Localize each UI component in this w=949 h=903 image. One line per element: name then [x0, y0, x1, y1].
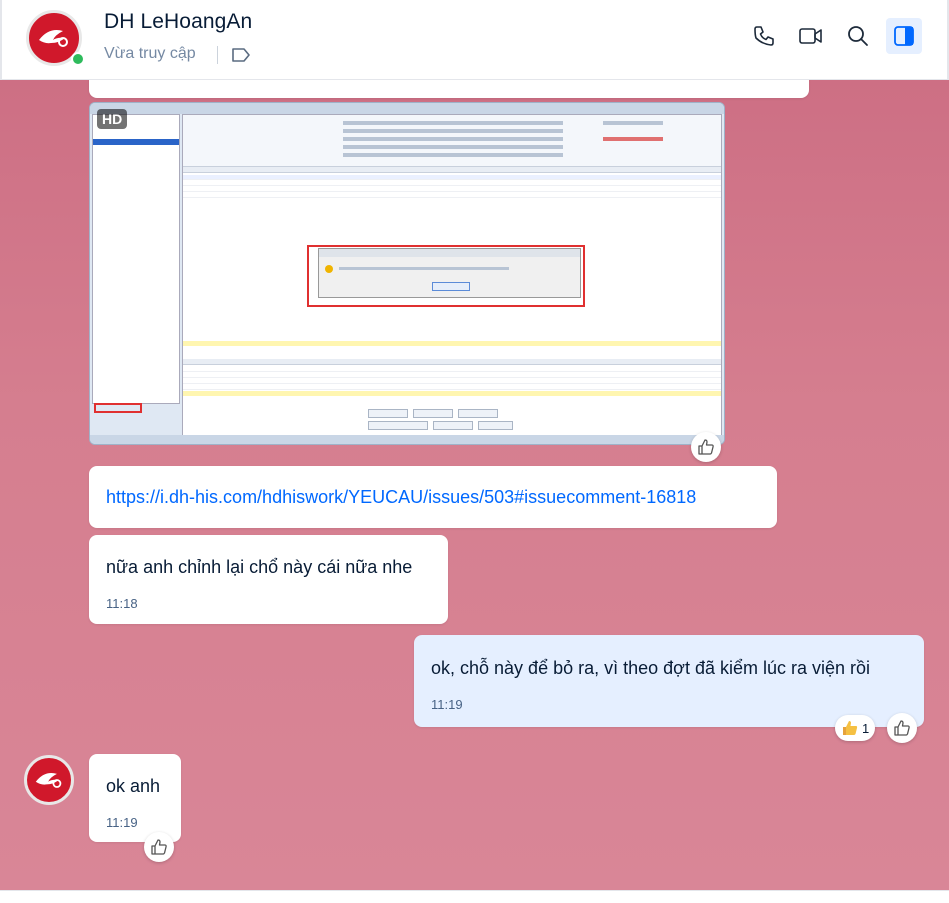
screenshot-dialog: [318, 248, 581, 298]
like-reaction-button[interactable]: [691, 432, 721, 462]
contact-name[interactable]: DH LeHoangAn: [104, 10, 252, 34]
previous-message-bubble[interactable]: [89, 80, 809, 98]
message-link[interactable]: https://i.dh-his.com/hdhiswork/YEUCAU/is…: [106, 487, 696, 508]
message-text: nữa anh chỉnh lại chổ này cái nữa nhe: [106, 557, 413, 577]
message-bubble[interactable]: ok anh 11:19: [89, 754, 181, 842]
like-icon: [894, 720, 910, 736]
brand-logo-icon: [35, 773, 62, 788]
hd-badge: HD: [97, 109, 128, 129]
reaction-summary[interactable]: 1: [835, 715, 876, 741]
link-message-bubble[interactable]: https://i.dh-his.com/hdhiswork/YEUCAU/is…: [89, 466, 777, 528]
video-call-button[interactable]: [793, 18, 829, 54]
phone-icon: [754, 26, 774, 46]
divider: [217, 46, 218, 64]
like-icon: [151, 839, 167, 855]
message-bubble[interactable]: nữa anh chỉnh lại chổ này cái nữa nhe 11…: [89, 535, 448, 624]
message-text: ok anh: [106, 776, 161, 796]
video-call-icon: [799, 28, 822, 44]
message-time: 11:19: [106, 815, 138, 830]
phone-call-button[interactable]: [746, 18, 782, 54]
like-reaction-button[interactable]: [887, 713, 917, 743]
screenshot-main-panel: [182, 114, 722, 440]
like-icon: [698, 439, 714, 455]
chat-messages-area[interactable]: HD https://i.dh-his.com/hdhiswork/YEUCAU…: [0, 80, 949, 890]
sender-avatar[interactable]: [24, 755, 74, 805]
my-message-bubble[interactable]: ok, chỗ này để bỏ ra, vì theo đợt đã kiể…: [414, 635, 924, 727]
contact-status: Vừa truy cập: [104, 45, 196, 62]
search-icon: [848, 26, 868, 46]
chat-header: DH LeHoangAn Vừa truy cập: [0, 0, 949, 80]
online-status-dot: [71, 52, 85, 66]
tag-icon[interactable]: [231, 46, 251, 69]
like-reaction-button[interactable]: [144, 832, 174, 862]
composer-area[interactable]: [0, 890, 949, 903]
search-button[interactable]: [840, 18, 876, 54]
message-text: ok, chỗ này để bỏ ra, vì theo đợt đã kiể…: [431, 658, 871, 678]
toggle-info-panel-button[interactable]: [886, 18, 922, 54]
image-message[interactable]: HD: [89, 102, 725, 445]
sidebar-toggle-icon: [894, 26, 914, 46]
reaction-count: 1: [862, 720, 870, 736]
message-time: 11:19: [431, 697, 463, 712]
screenshot-left-panel: [92, 114, 180, 404]
message-time: 11:18: [106, 596, 138, 611]
thumbs-up-emoji-icon: [843, 721, 858, 735]
